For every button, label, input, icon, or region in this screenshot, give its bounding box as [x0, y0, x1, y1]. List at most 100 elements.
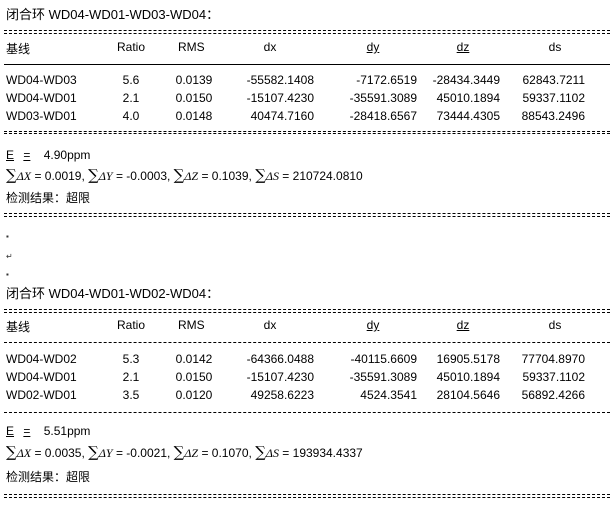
cell-ds: 59337.1102	[522, 370, 585, 384]
sum-dy-label: ΔY	[98, 169, 113, 183]
sum-dz-label: ΔZ	[184, 169, 199, 183]
e-label: E	[6, 148, 15, 162]
cell-baseline: WD02-WD01	[6, 388, 77, 402]
sum-dx-value: = 0.0035,	[34, 446, 85, 460]
single-divider	[4, 342, 610, 343]
e-equals: =	[23, 424, 31, 438]
sum-dz-value: = 0.1070,	[201, 446, 252, 460]
header-ds: ds	[548, 40, 562, 54]
cell-rms: 0.0139	[175, 73, 213, 87]
sum-icon: ∑	[88, 443, 99, 461]
cell-dy: -35591.3089	[349, 91, 417, 105]
e-value: 5.51ppm	[43, 424, 91, 438]
cell-ratio: 2.1	[122, 370, 140, 384]
cell-dy: 4524.3541	[360, 388, 417, 402]
cell-rms: 0.0120	[175, 388, 213, 402]
cell-rms: 0.0150	[175, 91, 213, 105]
header-baseline: 基线	[6, 42, 31, 56]
loop-1-title: 闭合环 WD04-WD01-WD03-WD04：	[6, 7, 220, 22]
sum-icon: ∑	[173, 166, 185, 184]
cell-dz: 45010.1894	[436, 91, 500, 105]
cell-dx: -64366.0488	[246, 352, 314, 366]
sum-icon: ∑	[6, 166, 17, 184]
cell-ratio: 5.3	[122, 352, 140, 366]
double-divider	[4, 213, 610, 217]
header-dy: dy	[366, 40, 380, 54]
cell-baseline: WD04-WD01	[6, 91, 77, 105]
loop-2-title: 闭合环 WD04-WD01-WD02-WD04：	[6, 286, 220, 301]
cell-dx: 49258.6223	[250, 388, 314, 402]
sum-dy-label: ΔY	[98, 446, 113, 460]
cell-dz: 73444.4305	[436, 109, 500, 123]
cell-ds: 62843.7211	[522, 73, 585, 87]
cell-ds: 77704.8970	[521, 352, 585, 366]
double-divider	[4, 30, 610, 34]
loop-2-result: 检测结果：超限	[6, 470, 91, 484]
single-divider	[4, 64, 610, 65]
sum-dx-label: ΔX	[16, 446, 32, 460]
loop-1-result: 检测结果：超限	[6, 191, 91, 205]
cell-dy: -35591.3089	[349, 370, 417, 384]
cell-dy: -28418.6567	[349, 109, 417, 123]
cell-dy: -7172.6519	[356, 73, 417, 87]
cell-baseline: WD04-WD02	[6, 352, 77, 366]
e-value: 4.90ppm	[43, 148, 91, 162]
cell-ratio: 2.1	[122, 91, 140, 105]
cell-dx: 40474.7160	[250, 109, 314, 123]
sum-icon: ∑	[6, 443, 17, 461]
sum-dy-value: = -0.0021,	[115, 446, 171, 460]
cell-ratio: 5.6	[122, 73, 140, 87]
sum-icon: ∑	[173, 443, 185, 461]
cell-rms: 0.0142	[175, 352, 213, 366]
cell-dx: -15107.4230	[246, 91, 314, 105]
sum-dx-label: ΔX	[16, 169, 32, 183]
cell-ds: 56892.4266	[521, 388, 585, 402]
sum-ds-label: ΔS	[265, 169, 279, 183]
single-divider	[4, 412, 610, 413]
header-ds: ds	[548, 318, 562, 332]
cell-dz: 28104.5646	[436, 388, 500, 402]
cell-rms: 0.0150	[175, 370, 213, 384]
header-baseline: 基线	[6, 320, 31, 334]
sum-icon: ∑	[255, 443, 266, 461]
double-divider	[4, 494, 610, 498]
cell-ratio: 3.5	[122, 388, 140, 402]
double-divider	[4, 131, 610, 134]
sum-icon: ∑	[255, 166, 266, 184]
cell-dy: -40115.6609	[350, 352, 417, 366]
cell-rms: 0.0148	[175, 109, 213, 123]
sum-icon: ∑	[88, 166, 99, 184]
header-dz: dz	[456, 40, 470, 54]
sum-dz-label: ΔZ	[184, 446, 199, 460]
cell-ds: 59337.1102	[522, 91, 585, 105]
cell-baseline: WD04-WD01	[6, 370, 77, 384]
paragraph-mark: ↵	[6, 252, 13, 261]
header-ratio: Ratio	[116, 40, 145, 54]
cell-dz: 16905.5178	[436, 352, 500, 366]
header-rms: RMS	[178, 318, 205, 332]
e-label: E	[6, 424, 15, 438]
header-rms: RMS	[178, 40, 205, 54]
cell-dx: -15107.4230	[246, 370, 314, 384]
e-equals: =	[23, 148, 31, 162]
sum-ds-value: = 193934.4337	[282, 446, 363, 460]
double-divider	[4, 309, 610, 313]
sum-dy-value: = -0.0003,	[115, 169, 171, 183]
sum-ds-label: ΔS	[265, 446, 279, 460]
header-dx: dx	[263, 40, 277, 54]
cell-dx: -55582.1408	[246, 73, 314, 87]
cell-dz: 45010.1894	[436, 370, 500, 384]
loop-2-e-line: E = 5.51ppm	[6, 424, 90, 438]
sum-dz-value: = 0.1039,	[201, 169, 252, 183]
header-dx: dx	[263, 318, 277, 332]
cell-baseline: WD03-WD01	[6, 109, 77, 123]
loop-2-sums-line: ∑ΔX = 0.0035, ∑ΔY = -0.0021, ∑ΔZ = 0.107…	[6, 443, 363, 461]
sum-dx-value: = 0.0019,	[34, 169, 85, 183]
header-dy: dy	[366, 318, 380, 332]
paragraph-mark: ▪	[6, 270, 9, 279]
cell-baseline: WD04-WD03	[6, 73, 77, 87]
cell-dz: -28434.3449	[432, 73, 500, 87]
header-ratio: Ratio	[116, 318, 145, 332]
sum-ds-value: = 210724.0810	[282, 169, 363, 183]
paragraph-mark: ▪	[6, 232, 9, 241]
